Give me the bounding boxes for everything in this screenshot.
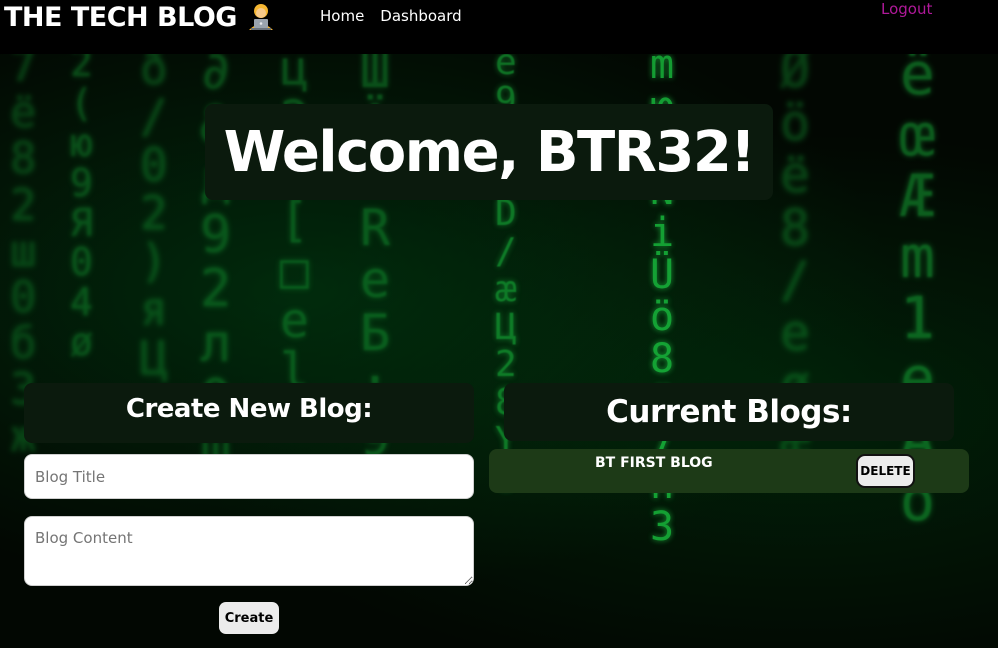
logout-link[interactable]: Logout [881,0,932,18]
welcome-heading: Welcome, BTR32! [223,119,756,185]
list-item: BT FIRST BLOG DELETE [489,449,969,493]
current-blogs-heading: Current Blogs: [606,394,852,430]
blog-title-link[interactable]: BT FIRST BLOG [595,455,713,471]
create-blog-header: Create New Blog: [24,383,474,443]
site-title: THE TECH BLOG [4,1,237,33]
create-button[interactable]: Create [219,602,279,634]
nav-home-link[interactable]: Home [320,7,364,25]
blog-title-input[interactable] [24,454,474,499]
matrix-code-column: 2 ( ю 9 Я 0 4 ø [70,54,93,365]
nav-dashboard-link[interactable]: Dashboard [380,7,461,25]
brand: THE TECH BLOG [4,0,277,34]
main-nav: Home Dashboard [320,7,462,25]
welcome-banner: Welcome, BTR32! [205,104,773,200]
create-blog-heading: Create New Blog: [125,394,373,424]
blog-content-input[interactable] [24,516,474,586]
delete-button[interactable]: DELETE [856,454,915,488]
technologist-icon [245,2,277,32]
top-navbar: THE TECH BLOG Home Dashboard Logout [0,0,998,54]
current-blogs-header: Current Blogs: [504,383,954,441]
matrix-code-column: ð / 0 2 ) я Ц ё [140,54,168,430]
